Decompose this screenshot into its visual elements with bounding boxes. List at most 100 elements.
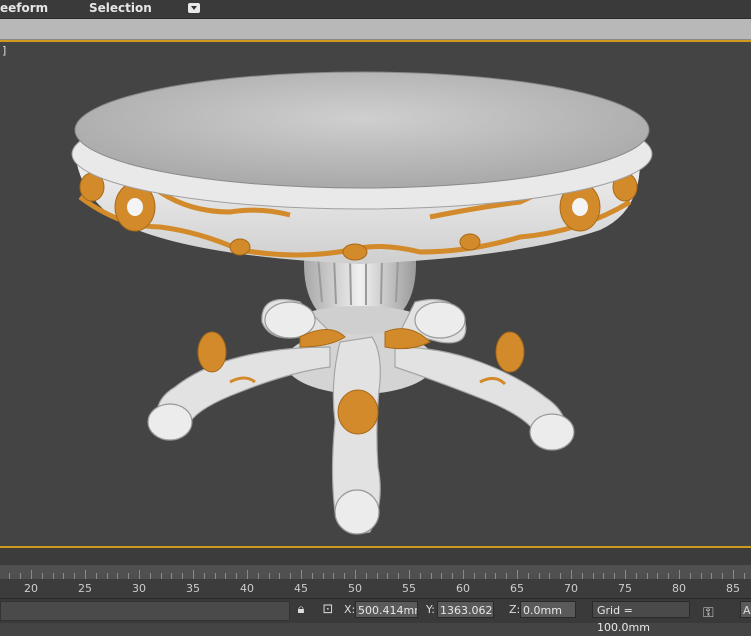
frame-label-70: 70 bbox=[564, 582, 578, 595]
table-model bbox=[71, 71, 653, 535]
timeline-tick bbox=[161, 573, 162, 579]
timeline-tick bbox=[236, 573, 237, 579]
timeline-tick bbox=[312, 573, 313, 579]
z-label: Z: bbox=[509, 603, 521, 616]
frame-label-55: 55 bbox=[402, 582, 416, 595]
timeline-tick bbox=[366, 573, 367, 579]
timeline-tick bbox=[593, 573, 594, 579]
timeline-tick bbox=[247, 570, 248, 579]
timeline-tick bbox=[463, 570, 464, 579]
timeline-tick bbox=[398, 573, 399, 579]
frame-label-25: 25 bbox=[78, 582, 92, 595]
timeline-tick bbox=[539, 573, 540, 579]
timeline-tick bbox=[117, 573, 118, 579]
timeline-tick bbox=[150, 573, 151, 579]
menu-bar: eeform Selection bbox=[0, 0, 751, 19]
timeline-tick bbox=[215, 573, 216, 579]
timeline-tick bbox=[485, 573, 486, 579]
timeline-tick bbox=[85, 570, 86, 579]
menu-freeform[interactable]: eeform bbox=[0, 1, 48, 15]
timeline-tick bbox=[495, 573, 496, 579]
timeline-tick bbox=[290, 573, 291, 579]
timeline-tick bbox=[733, 570, 734, 579]
frame-label-85: 85 bbox=[726, 582, 740, 595]
z-coordinate-field[interactable]: 0.0mm bbox=[520, 601, 576, 618]
timeline-tick bbox=[560, 573, 561, 579]
perspective-viewport[interactable]: ] bbox=[0, 40, 751, 548]
timeline-tick bbox=[431, 573, 432, 579]
auto-key-button[interactable]: Au bbox=[740, 601, 751, 618]
timeline-tick bbox=[506, 573, 507, 579]
x-label: X: bbox=[344, 603, 356, 616]
timeline-tick bbox=[679, 570, 680, 579]
timeline-tick bbox=[690, 573, 691, 579]
key-icon[interactable]: ⚿ bbox=[703, 605, 714, 621]
timeline-tick bbox=[225, 573, 226, 579]
timeline-tick bbox=[701, 573, 702, 579]
status-bar: 🔒︎ ⊡ X: 500.414mm Y: 1363.062m Z: 0.0mm … bbox=[0, 598, 751, 634]
timeline-tick bbox=[614, 573, 615, 579]
prompt-line[interactable] bbox=[0, 601, 290, 621]
timeline-tick bbox=[269, 573, 270, 579]
timeline-tick bbox=[279, 573, 280, 579]
ribbon-panel bbox=[0, 19, 751, 40]
timeline-tick bbox=[452, 573, 453, 579]
timeline-tick bbox=[182, 573, 183, 579]
frame-label-30: 30 bbox=[132, 582, 146, 595]
timeline-tick bbox=[31, 570, 32, 579]
timeline-tick bbox=[42, 573, 43, 579]
timeline-tick bbox=[409, 570, 410, 579]
timeline-tick bbox=[74, 573, 75, 579]
timeline-tick bbox=[387, 573, 388, 579]
dropdown-arrow-icon[interactable] bbox=[188, 3, 200, 13]
timeline-tick bbox=[128, 573, 129, 579]
timeline-tick bbox=[668, 573, 669, 579]
timeline-tick bbox=[204, 573, 205, 579]
timeline-tick bbox=[528, 573, 529, 579]
frame-label-40: 40 bbox=[240, 582, 254, 595]
timeline-tick bbox=[647, 573, 648, 579]
timeline-tick bbox=[657, 573, 658, 579]
menu-selection[interactable]: Selection bbox=[89, 1, 152, 15]
timeline-tick bbox=[603, 573, 604, 579]
lock-icon[interactable]: 🔒︎ bbox=[293, 602, 309, 618]
timeline-tick bbox=[301, 570, 302, 579]
timeline-tick bbox=[571, 570, 572, 579]
timeline-tick bbox=[258, 573, 259, 579]
frame-label-65: 65 bbox=[510, 582, 524, 595]
frame-label-20: 20 bbox=[24, 582, 38, 595]
timeline-tick bbox=[636, 573, 637, 579]
timeline-tick bbox=[107, 573, 108, 579]
timeline-tick bbox=[711, 573, 712, 579]
x-coordinate-field[interactable]: 500.414mm bbox=[355, 601, 418, 618]
frame-label-50: 50 bbox=[348, 582, 362, 595]
selection-snap-icon[interactable]: ⊡ bbox=[320, 602, 336, 618]
frame-label-35: 35 bbox=[186, 582, 200, 595]
timeline-tick bbox=[63, 573, 64, 579]
timeline-tick bbox=[20, 573, 21, 579]
timeline-tick bbox=[744, 573, 745, 579]
timeline-tick bbox=[323, 573, 324, 579]
frame-label-60: 60 bbox=[456, 582, 470, 595]
time-slider-track[interactable] bbox=[0, 565, 751, 579]
timeline: 20 25 30 35 40 45 50 55 60 65 70 75 80 8… bbox=[0, 548, 751, 598]
y-label: Y: bbox=[426, 603, 435, 616]
frame-label-80: 80 bbox=[672, 582, 686, 595]
timeline-tick bbox=[333, 573, 334, 579]
timeline-tick bbox=[549, 573, 550, 579]
timeline-tick bbox=[722, 573, 723, 579]
timeline-tick bbox=[517, 570, 518, 579]
timeline-tick bbox=[377, 573, 378, 579]
timeline-tick bbox=[625, 570, 626, 579]
tabletop-surface bbox=[74, 71, 650, 189]
timeline-tick bbox=[474, 573, 475, 579]
frame-label-45: 45 bbox=[294, 582, 308, 595]
frame-label-75: 75 bbox=[618, 582, 632, 595]
timeline-tick bbox=[420, 573, 421, 579]
y-coordinate-field[interactable]: 1363.062m bbox=[437, 601, 494, 618]
timeline-tick bbox=[193, 570, 194, 579]
timeline-tick bbox=[171, 573, 172, 579]
timeline-tick bbox=[139, 570, 140, 579]
timeline-tick bbox=[96, 573, 97, 579]
timeline-tick bbox=[355, 570, 356, 579]
